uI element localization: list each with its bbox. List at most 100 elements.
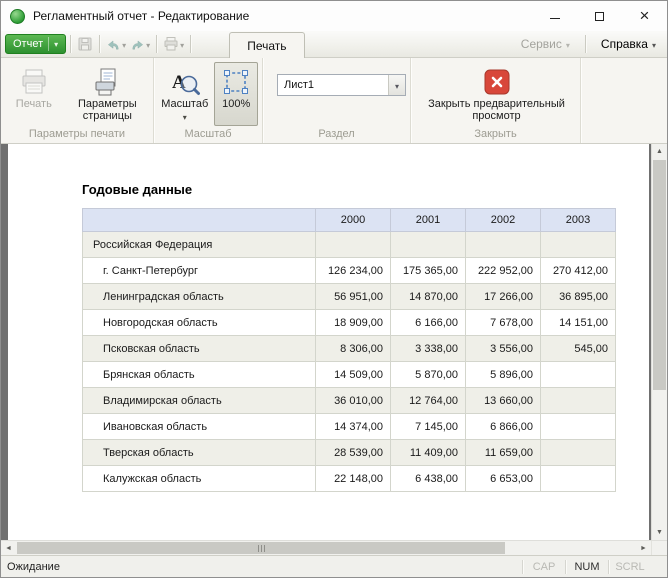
row-value-cell: 126 234,00 (316, 258, 391, 284)
ribbon-filler (581, 58, 667, 143)
thumb-grip (264, 545, 265, 552)
horizontal-scrollbar-row (1, 540, 667, 555)
close-preview-label: Закрыть предварительный просмотр (419, 98, 575, 122)
report-title: Годовые данные (82, 182, 649, 197)
row-value-cell: 22 148,00 (316, 466, 391, 492)
undo-button[interactable] (104, 35, 128, 53)
quick-print-button[interactable] (161, 35, 186, 53)
ribbon-group-label: Параметры печати (1, 126, 153, 143)
help-menu[interactable]: Справка (594, 37, 663, 51)
page-setup-button[interactable]: Параметры страницы (66, 62, 149, 126)
close-preview-button[interactable]: Закрыть предварительный просмотр (418, 62, 576, 126)
ribbon-group-label: Масштаб (154, 126, 262, 143)
scrollbar-corner (651, 541, 667, 555)
maximize-button[interactable] (577, 1, 622, 31)
close-icon (640, 7, 650, 26)
minimize-button[interactable] (532, 1, 577, 31)
row-value-cell (541, 466, 616, 492)
row-name-cell: Тверская область (83, 440, 316, 466)
corner-header-cell (83, 209, 316, 232)
scroll-right-arrow[interactable] (636, 541, 651, 556)
ribbon-group-label: Закрыть (411, 126, 580, 143)
row-value-cell (541, 388, 616, 414)
table-row: Брянская область14 509,005 870,005 896,0… (83, 362, 616, 388)
app-icon (10, 9, 25, 24)
row-value-cell (541, 232, 616, 258)
row-name-cell: Калужская область (83, 466, 316, 492)
horizontal-scrollbar[interactable] (1, 541, 651, 555)
print-button-label: Печать (16, 98, 52, 110)
row-value-cell: 14 870,00 (391, 284, 466, 310)
zoom-100-button[interactable]: 100% (214, 62, 258, 126)
combo-dropdown-button[interactable] (388, 75, 405, 95)
preview-canvas: Годовые данные 2000 2001 2002 2003 (1, 144, 651, 540)
row-value-cell: 11 409,00 (391, 440, 466, 466)
row-value-cell: 14 151,00 (541, 310, 616, 336)
row-value-cell: 14 374,00 (316, 414, 391, 440)
vertical-scrollbar[interactable] (651, 144, 667, 540)
button-split-divider (48, 37, 49, 51)
row-value-cell: 545,00 (541, 336, 616, 362)
row-value-cell: 36 895,00 (541, 284, 616, 310)
ribbon-group-label: Раздел (263, 126, 410, 143)
scroll-up-arrow[interactable] (652, 144, 667, 159)
row-value-cell: 5 870,00 (391, 362, 466, 388)
keyboard-indicators: CAP NUM SCRL (522, 556, 651, 577)
sheet-select-value: Лист1 (278, 79, 388, 91)
chevron-down-icon (183, 111, 187, 123)
scroll-down-arrow[interactable] (652, 525, 667, 540)
printer-icon (19, 67, 49, 97)
table-row: Калужская область22 148,006 438,006 653,… (83, 466, 616, 492)
close-preview-icon (484, 69, 510, 95)
scroll-left-arrow[interactable] (1, 541, 16, 556)
table-header-row: 2000 2001 2002 2003 (83, 209, 616, 232)
tab-print[interactable]: Печать (229, 32, 304, 58)
sheet-select-combo[interactable]: Лист1 (277, 74, 406, 96)
toolbar-right-menu: Сервис Справка (514, 35, 663, 53)
scale-icon: A (170, 67, 200, 97)
row-value-cell: 14 509,00 (316, 362, 391, 388)
row-value-cell: 7 678,00 (466, 310, 541, 336)
ribbon-group-section: Лист1 Раздел (263, 58, 411, 143)
redo-button[interactable] (128, 35, 152, 53)
print-button[interactable]: Печать (7, 62, 61, 126)
table-row: Ленинградская область56 951,0014 870,001… (83, 284, 616, 310)
report-page: Годовые данные 2000 2001 2002 2003 (8, 144, 649, 540)
row-value-cell: 7 145,00 (391, 414, 466, 440)
row-value-cell (541, 440, 616, 466)
vertical-scroll-thumb[interactable] (653, 160, 666, 390)
report-editing-window: Регламентный отчет - Редактирование Отче… (0, 0, 668, 578)
service-menu[interactable]: Сервис (514, 37, 577, 51)
printer-icon (163, 36, 179, 52)
arrow-left-icon (5, 545, 12, 552)
scale-menu-button[interactable]: A Масштаб (160, 62, 209, 126)
save-icon (77, 36, 93, 52)
save-button[interactable] (75, 36, 95, 52)
row-value-cell (541, 414, 616, 440)
ribbon-group-scale: A Масштаб (154, 58, 263, 143)
row-value-cell: 17 266,00 (466, 284, 541, 310)
toolbar-divider (156, 35, 157, 53)
row-value-cell (316, 232, 391, 258)
row-name-cell: г. Санкт-Петербург (83, 258, 316, 284)
row-name-cell: Новгородская область (83, 310, 316, 336)
table-row: г. Санкт-Петербург126 234,00175 365,0022… (83, 258, 616, 284)
arrow-down-icon (656, 529, 663, 536)
thumb-grip (261, 545, 262, 552)
statusbar: Ожидание CAP NUM SCRL (1, 555, 667, 577)
window-controls (532, 1, 667, 31)
horizontal-scroll-thumb[interactable] (17, 542, 505, 554)
page-setup-button-label: Параметры страницы (67, 98, 148, 122)
selection-marquee-icon (222, 68, 250, 96)
chevron-down-icon (54, 38, 58, 50)
thumb-grip (258, 545, 259, 552)
preview-area: Годовые данные 2000 2001 2002 2003 (1, 144, 667, 540)
num-lock-indicator: NUM (566, 561, 608, 573)
report-menu-button[interactable]: Отчет (5, 34, 66, 54)
year-header: 2000 (316, 209, 391, 232)
close-button[interactable] (622, 1, 667, 31)
chevron-down-icon (395, 76, 399, 94)
undo-icon (106, 37, 121, 52)
row-value-cell: 175 365,00 (391, 258, 466, 284)
row-value-cell: 28 539,00 (316, 440, 391, 466)
